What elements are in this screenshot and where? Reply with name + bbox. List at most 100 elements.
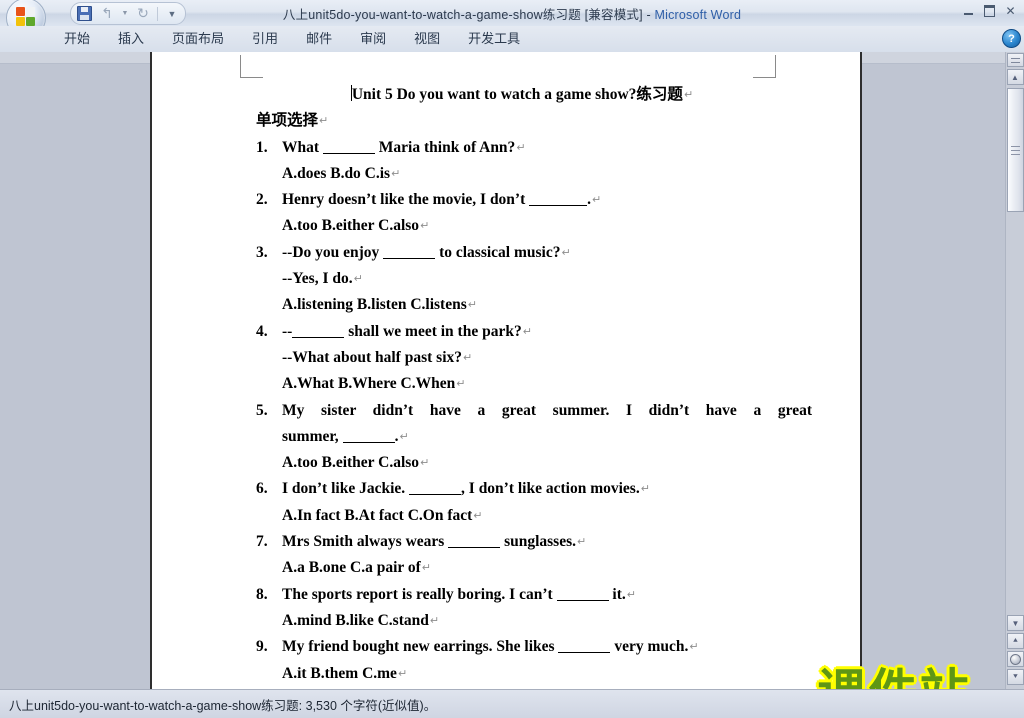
split-window-button[interactable]	[1006, 53, 1024, 67]
document-body[interactable]: Unit 5 Do you want to watch a game show?…	[152, 52, 860, 687]
answer-blank	[448, 547, 501, 549]
minimize-button[interactable]	[959, 2, 978, 20]
question-text-pre: --Yes, I do.	[282, 270, 353, 288]
question-number: 8.	[256, 585, 268, 603]
question-options-text: A.a B.one C.a pair of	[282, 559, 421, 577]
question-line: --Do you enjoy to classical music?↵	[282, 240, 812, 266]
split-grip-icon	[1010, 57, 1020, 63]
scroll-down-button[interactable]: ▼	[1007, 615, 1024, 631]
select-browse-object-button[interactable]	[1007, 651, 1024, 667]
answer-blank	[383, 257, 436, 259]
question-item: 6. I don’t like Jackie. , I don’t like a…	[256, 476, 812, 529]
scroll-up-button[interactable]: ▲	[1006, 69, 1024, 85]
question-options: A.it B.them C.me↵	[282, 661, 812, 687]
tab-developer[interactable]: 开发工具	[454, 27, 534, 51]
question-text-post: .	[394, 427, 399, 445]
browse-object-icon	[1010, 653, 1021, 665]
question-text-post: to classical music?	[435, 243, 561, 261]
tab-home[interactable]: 开始	[50, 27, 104, 51]
question-text-pre: --	[282, 322, 293, 340]
question-options-text: A.it B.them C.me	[282, 664, 397, 682]
pilcrow-icon: ↵	[689, 640, 699, 654]
question-text-post: shall we meet in the park?	[344, 322, 522, 340]
document-heading-text: Unit 5 Do you want to watch a game show?…	[351, 86, 683, 103]
status-bar-text: 八上unit5do-you-want-to-watch-a-game-show练…	[9, 698, 437, 713]
question-item: 2. Henry doesn’t like the movie, I don’t…	[256, 187, 812, 240]
question-text-pre: The sports report is really boring. I ca…	[282, 585, 557, 603]
question-number: 3.	[256, 243, 268, 261]
question-options: A.a B.one C.a pair of↵	[282, 555, 812, 581]
question-text-pre: I don’t like Jackie.	[282, 480, 410, 498]
question-line: Henry doesn’t like the movie, I don’t .↵	[282, 187, 812, 213]
pilcrow-icon: ↵	[683, 88, 694, 101]
question-line: --Yes, I do.↵	[282, 266, 812, 292]
pilcrow-icon: ↵	[463, 350, 473, 364]
tab-insert[interactable]: 插入	[104, 27, 158, 51]
answer-blank	[409, 494, 462, 496]
restore-button[interactable]	[980, 2, 999, 20]
question-line: Mrs Smith always wears sunglasses.↵	[282, 529, 812, 555]
help-button[interactable]: ?	[1002, 29, 1021, 48]
next-page-button[interactable]: ⯆	[1007, 669, 1024, 685]
scrollbar-track[interactable]	[1007, 88, 1024, 603]
tab-mailings[interactable]: 邮件	[292, 27, 346, 51]
question-options-text: A.too B.either C.also	[282, 217, 420, 235]
window-title-separator: -	[642, 8, 655, 22]
pilcrow-icon: ↵	[420, 219, 430, 233]
question-item: 7. Mrs Smith always wears sunglasses.↵ A…	[256, 529, 812, 582]
pilcrow-icon: ↵	[592, 193, 602, 207]
pilcrow-icon: ↵	[522, 324, 532, 338]
pilcrow-icon: ↵	[640, 482, 650, 496]
question-item: 1. What Maria think of Ann?↵ A.does B.do…	[256, 135, 812, 188]
previous-page-button[interactable]: ⯅	[1007, 633, 1024, 649]
close-button[interactable]: ✕	[1001, 2, 1020, 20]
question-line: My friend bought new earrings. She likes…	[282, 634, 812, 660]
question-body: Henry doesn’t like the movie, I don’t .↵…	[282, 187, 812, 240]
question-line: What Maria think of Ann?↵	[282, 135, 812, 161]
tab-review[interactable]: 审阅	[346, 27, 400, 51]
tab-view[interactable]: 视图	[400, 27, 454, 51]
window-title-document: 八上unit5do-you-want-to-watch-a-game-show练…	[282, 8, 643, 22]
pilcrow-icon: ↵	[467, 298, 477, 312]
question-text-pre: What	[282, 138, 323, 156]
question-number: 2.	[256, 191, 268, 209]
question-line: My sister didn’t have a great summer. I …	[282, 401, 812, 419]
pilcrow-icon: ↵	[429, 613, 440, 627]
question-text-post: Maria think of Ann?	[374, 138, 516, 156]
question-item: 5. My sister didn’t have a great summer.…	[256, 398, 812, 477]
question-options-text: A.does B.do C.is	[282, 164, 391, 182]
pilcrow-icon: ↵	[577, 535, 587, 549]
question-body: My sister didn’t have a great summer. I …	[282, 398, 812, 477]
question-number: 5.	[256, 401, 268, 419]
tab-references[interactable]: 引用	[238, 27, 292, 51]
question-line: -- shall we meet in the park?↵	[282, 319, 812, 345]
window-controls: ✕	[959, 2, 1020, 20]
question-number: 1.	[256, 138, 268, 156]
question-text-pre: --Do you enjoy	[282, 243, 384, 261]
pilcrow-icon: ↵	[319, 114, 329, 128]
question-item: 8. The sports report is really boring. I…	[256, 582, 812, 635]
question-options: A.too B.either C.also↵	[282, 450, 812, 476]
question-text-post: .	[587, 191, 592, 209]
document-workspace: Unit 5 Do you want to watch a game show?…	[0, 52, 1005, 689]
question-text-pre: summer,	[282, 427, 343, 445]
scrollbar-bottom-controls: ▼ ⯅ ⯆	[1007, 615, 1024, 687]
question-options: A.In fact B.At fact C.On fact↵	[282, 503, 812, 529]
window-title-app: Microsoft Word	[654, 8, 742, 22]
tab-page-layout[interactable]: 页面布局	[158, 27, 238, 51]
question-item: 9. My friend bought new earrings. She li…	[256, 634, 812, 687]
help-icon: ?	[1002, 29, 1021, 48]
answer-blank	[556, 599, 609, 601]
pilcrow-icon: ↵	[561, 245, 571, 259]
document-page[interactable]: Unit 5 Do you want to watch a game show?…	[150, 52, 862, 689]
pilcrow-icon: ↵	[391, 166, 401, 180]
question-line: summer, .↵	[282, 424, 812, 450]
question-number: 9.	[256, 638, 268, 656]
question-body: My friend bought new earrings. She likes…	[282, 634, 812, 687]
question-item: 3. --Do you enjoy to classical music?↵ -…	[256, 240, 812, 319]
scrollbar-thumb[interactable]	[1007, 88, 1024, 212]
document-heading: Unit 5 Do you want to watch a game show?…	[244, 82, 800, 108]
vertical-scrollbar[interactable]: ▲ ▼ ⯅ ⯆	[1005, 52, 1024, 689]
pilcrow-icon: ↵	[399, 429, 409, 443]
question-options-text: A.What B.Where C.When	[282, 375, 456, 393]
